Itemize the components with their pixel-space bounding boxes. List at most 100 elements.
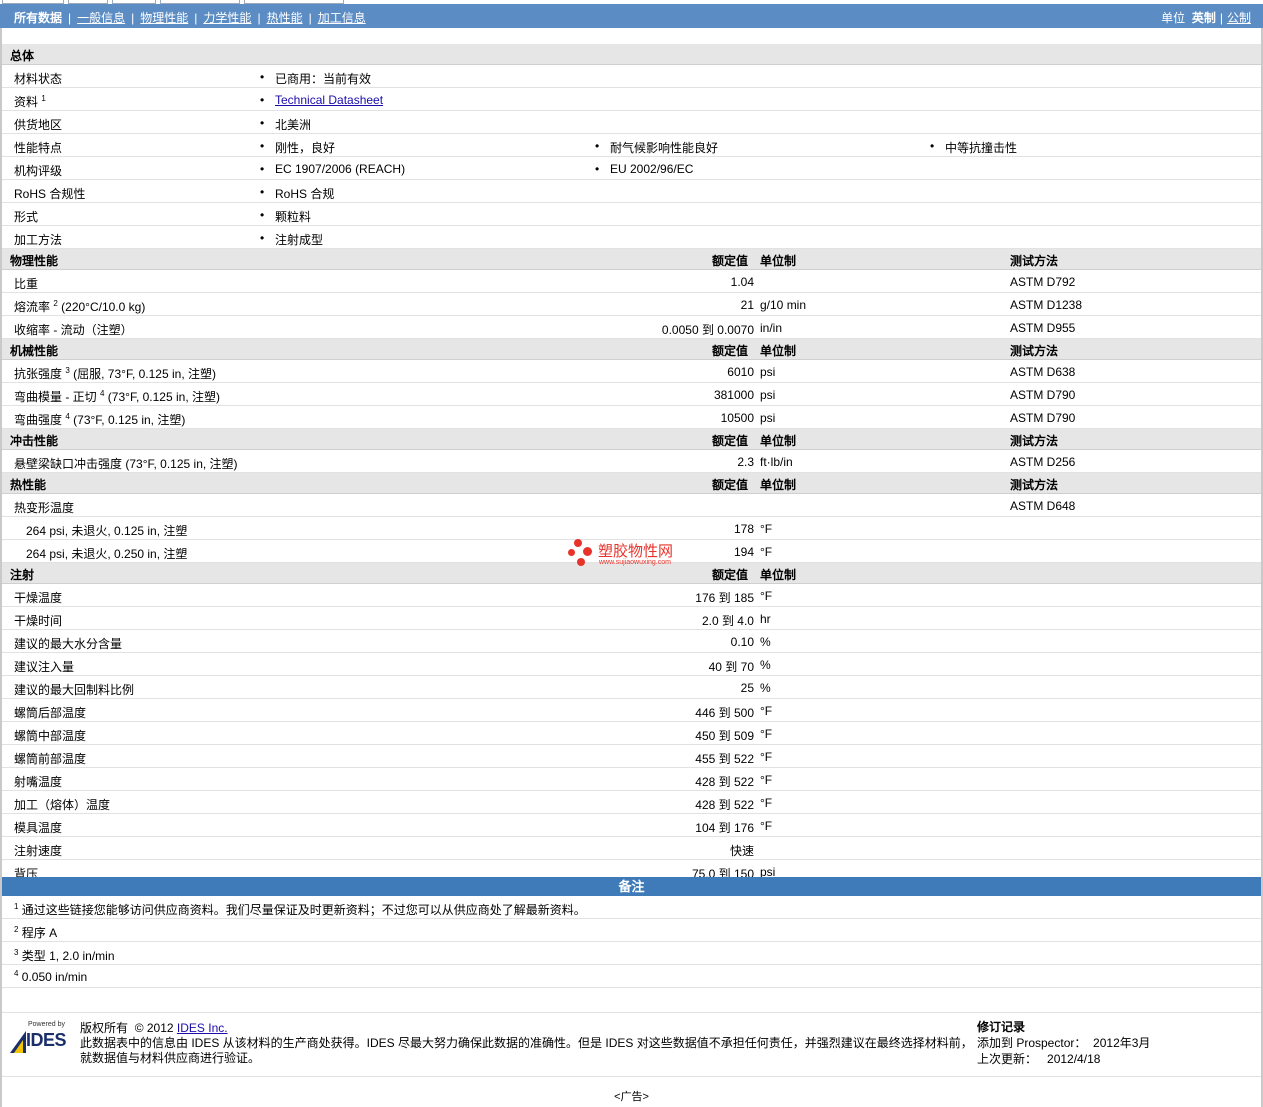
- row-method: ASTM D1238: [1010, 298, 1083, 312]
- table-row: 加工（熔体）温度 428 到 522 °F: [2, 791, 1261, 814]
- row-label: 供货地区: [14, 118, 63, 132]
- row-value: 已商用：当前有效: [260, 70, 371, 87]
- row-label: 264 psi, 未退火, 0.250 in, 注塑: [26, 547, 188, 561]
- row-label: 干燥温度: [14, 591, 63, 605]
- row-label: 熔流率 2 (220°C/10.0 kg): [14, 299, 146, 315]
- row-value: RoHS 合规: [260, 185, 334, 202]
- row-unit: °F: [760, 522, 773, 536]
- injection-rows: 干燥温度 176 到 185 °F 干燥时间 2.0 到 4.0 hr 建议的最大水分含量 0…: [2, 584, 1261, 883]
- row-value: 40 到 70: [708, 660, 754, 674]
- table-row: 弯曲模量 - 正切 4 (73°F, 0.125 in, 注塑) 381000 ps…: [2, 383, 1261, 406]
- row-unit: psi: [760, 411, 776, 425]
- table-row: 资料 1 Technical Datasheet: [2, 88, 1261, 111]
- table-row: 收缩率 - 流动（注塑） 0.0050 到 0.0070 in/in ASTM D95…: [2, 316, 1261, 339]
- row-unit: °F: [760, 796, 773, 810]
- nav-physical[interactable]: 物理性能: [140, 11, 188, 25]
- nav-all-data[interactable]: 所有数据: [14, 11, 62, 25]
- table-row: RoHS 合规性 RoHS 合规: [2, 180, 1261, 203]
- row-value: 6010: [727, 365, 754, 379]
- row-label: 264 psi, 未退火, 0.125 in, 注塑: [26, 524, 188, 538]
- row-value: 0.10: [730, 635, 754, 649]
- feature-item: 刚性，良好: [260, 139, 335, 156]
- row-value: 104 到 176: [695, 821, 754, 835]
- row-value: 2.3: [737, 455, 754, 469]
- row-value: 194: [733, 545, 754, 559]
- row-unit: °F: [760, 727, 773, 741]
- row-label: 弯曲强度 4 (73°F, 0.125 in, 注塑): [14, 412, 186, 428]
- units-label: 单位: [1161, 11, 1186, 25]
- row-label: 材料状态: [14, 72, 63, 86]
- row-label: 建议的最大水分含量: [14, 637, 123, 651]
- ides-logo[interactable]: Powered by IDES: [8, 1021, 72, 1057]
- table-row: 加工方法 注射成型: [2, 226, 1261, 249]
- col-nominal: 额定值: [712, 478, 749, 492]
- row-label: 悬壁梁缺口冲击强度 (73°F, 0.125 in, 注塑): [14, 457, 238, 471]
- row-value: 北美洲: [260, 116, 311, 133]
- table-row: 热变形温度 ASTM D648: [2, 494, 1261, 517]
- row-unit: %: [760, 658, 771, 672]
- unit-metric-link[interactable]: 公制: [1227, 11, 1251, 25]
- watermark-dot: [574, 539, 582, 547]
- nav-processing[interactable]: 加工信息: [318, 11, 366, 25]
- section-links: 所有数据 | 一般信息 | 物理性能 | 力学性能 | 热性能 | 加工信息: [14, 11, 366, 25]
- row-value: 455 到 522: [695, 752, 754, 766]
- disclaimer-line: 此数据表中的信息由 IDES 从该材料的生产商处获得。IDES 尽最大努力确保此…: [80, 1036, 973, 1050]
- row-label: 建议的最大回制料比例: [14, 683, 135, 697]
- row-value: 1.04: [730, 275, 754, 289]
- table-row: 射嘴温度 428 到 522 °F: [2, 768, 1261, 791]
- notes-list: 1 通过这些链接您能够访问供应商资料。我们尽量保证及时更新资料；不过您可以从供应…: [2, 896, 1261, 988]
- powered-by-text: Powered by: [28, 1021, 65, 1028]
- watermark-dot: [583, 547, 592, 556]
- unit-imperial[interactable]: 英制: [1192, 11, 1216, 25]
- section-title: 总体: [10, 49, 35, 63]
- feature-item: 耐气候影响性能良好: [595, 139, 718, 156]
- section-impact: 冲击性能 额定值 单位制 测试方法: [2, 429, 1261, 450]
- row-label: 射嘴温度: [14, 775, 63, 789]
- row-unit: psi: [760, 388, 776, 402]
- row-method: ASTM D790: [1010, 388, 1076, 402]
- section-title: 物理性能: [10, 254, 59, 268]
- row-value: 10500: [720, 411, 754, 425]
- col-nominal: 额定值: [712, 254, 749, 268]
- nav-mechanical[interactable]: 力学性能: [203, 11, 251, 25]
- disclaimer-line: 就数据值与材料供应商进行验证。: [80, 1051, 261, 1065]
- table-row: 抗张强度 3 (屈服, 73°F, 0.125 in, 注塑) 6010 psi AS…: [2, 360, 1261, 383]
- ides-logo-text: IDES: [26, 1030, 67, 1050]
- notes-header: 备注: [2, 877, 1261, 896]
- row-unit: psi: [760, 365, 776, 379]
- ides-company-link[interactable]: IDES Inc.: [177, 1021, 228, 1035]
- section-thermal: 热性能 额定值 单位制 测试方法: [2, 473, 1261, 494]
- table-row: 材料状态 已商用：当前有效: [2, 65, 1261, 88]
- table-row: 形式 颗粒料: [2, 203, 1261, 226]
- col-unit: 单位制: [760, 254, 797, 268]
- row-label: 资料 1: [14, 94, 46, 110]
- note-item: 2 程序 A: [2, 919, 1261, 942]
- technical-datasheet-link[interactable]: Technical Datasheet: [275, 93, 383, 107]
- revision-history: 修订记录 添加到 Prospector： 2012年3月 上次更新： 2012/…: [977, 1020, 1151, 1066]
- row-value: 颗粒料: [260, 208, 311, 225]
- feature-item: 中等抗撞击性: [930, 139, 1017, 156]
- note-item: 1 通过这些链接您能够访问供应商资料。我们尽量保证及时更新资料；不过您可以从供应…: [2, 896, 1261, 919]
- row-label: 收缩率 - 流动（注塑）: [14, 323, 133, 337]
- note-item: 4 0.050 in/min: [2, 965, 1261, 988]
- col-unit: 单位制: [760, 478, 797, 492]
- table-row: 机构评级 EC 1907/2006 (REACH) EU 2002/96/EC: [2, 157, 1261, 180]
- table-row: 干燥时间 2.0 到 4.0 hr: [2, 607, 1261, 630]
- section-title: 机械性能: [10, 344, 59, 358]
- col-unit: 单位制: [760, 434, 797, 448]
- nav-thermal[interactable]: 热性能: [267, 11, 303, 25]
- col-method: 测试方法: [1010, 254, 1059, 268]
- physical-rows: 比重 1.04 ASTM D792 熔流率 2 (220°C/10.0 kg) 21 g/…: [2, 270, 1261, 339]
- table-row: 模具温度 104 到 176 °F: [2, 814, 1261, 837]
- row-unit: g/10 min: [760, 298, 807, 312]
- ad-label[interactable]: <广告>: [0, 1088, 1263, 1104]
- nav-general-info[interactable]: 一般信息: [77, 11, 125, 25]
- row-label: 模具温度: [14, 821, 63, 835]
- table-row: 供货地区 北美洲: [2, 111, 1261, 134]
- row-value: 176 到 185: [695, 591, 754, 605]
- row-label: 性能特点: [14, 141, 63, 155]
- row-label: 加工方法: [14, 233, 63, 247]
- section-general: 总体: [2, 44, 1261, 65]
- footer: Powered by IDES 版权所有 © 2012 IDES Inc. 此数…: [2, 1012, 1261, 1076]
- row-method: ASTM D955: [1010, 321, 1076, 335]
